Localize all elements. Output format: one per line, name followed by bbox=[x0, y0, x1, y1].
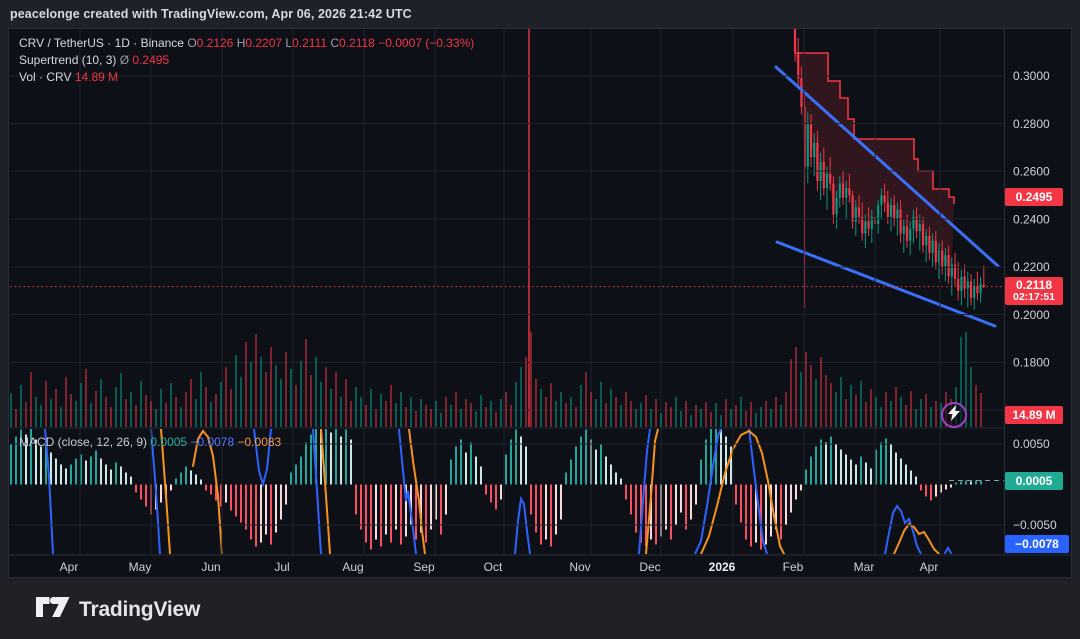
footer-bar: TradingView bbox=[0, 580, 1080, 639]
volume-value: 14.89 M bbox=[75, 70, 118, 84]
last-price-value: 0.2118 bbox=[1016, 279, 1052, 291]
supertrend-price-badge: 0.2495 bbox=[1005, 188, 1063, 206]
volume-label: Vol · CRV bbox=[19, 70, 71, 84]
attribution-text: peacelonge created with TradingView.com,… bbox=[10, 7, 412, 21]
instant-trading-button[interactable] bbox=[941, 402, 967, 428]
macd-legend: MACD (close, 12, 26, 9) 0.0005 −0.0078 −… bbox=[19, 435, 281, 449]
symbol-legend-row-volume: Vol · CRV 14.89 M bbox=[19, 69, 474, 86]
macd-hist-value: 0.0005 bbox=[150, 435, 187, 449]
attribution-bar: peacelonge created with TradingView.com,… bbox=[0, 0, 1080, 28]
low-value: 0.2111 bbox=[292, 36, 327, 50]
symbol-legend-row-supertrend: Supertrend (10, 3) Ø 0.2495 bbox=[19, 52, 474, 69]
macd-line-badge: −0.0078 bbox=[1005, 535, 1069, 553]
macd-signal-value: −0.0083 bbox=[238, 435, 282, 449]
tradingview-published-chart: peacelonge created with TradingView.com,… bbox=[0, 0, 1080, 639]
close-value: 0.2118 bbox=[339, 36, 375, 50]
chart-canvas[interactable]: 0.30000.28000.26000.24000.22000.20000.18… bbox=[9, 29, 1073, 579]
bar-countdown: 02:17:51 bbox=[1013, 291, 1055, 303]
supertrend-value: 0.2495 bbox=[132, 53, 169, 67]
tradingview-logo[interactable]: TradingView bbox=[36, 594, 200, 625]
supertrend-symbol: Ø bbox=[120, 53, 129, 67]
tradingview-logo-text: TradingView bbox=[79, 598, 200, 622]
supertrend-label: Supertrend (10, 3) bbox=[19, 53, 116, 67]
volume-badge: 14.89 M bbox=[1005, 406, 1063, 424]
macd-line-value: −0.0078 bbox=[190, 435, 234, 449]
high-value: 0.2207 bbox=[245, 36, 282, 50]
change-value: −0.0007 (−0.33%) bbox=[378, 36, 474, 50]
symbol-legend: CRV / TetherUS · 1D · Binance O0.2126 H0… bbox=[19, 35, 474, 86]
lightning-bolt-icon bbox=[947, 405, 961, 426]
tradingview-logo-icon bbox=[36, 594, 70, 625]
chart-widget[interactable]: 0.30000.28000.26000.24000.22000.20000.18… bbox=[8, 28, 1072, 578]
open-value: 0.2126 bbox=[197, 36, 234, 50]
symbol-title: CRV / TetherUS · 1D · Binance bbox=[19, 36, 184, 50]
last-price-badge: 0.2118 02:17:51 bbox=[1005, 277, 1063, 305]
macd-label: MACD (close, 12, 26, 9) bbox=[19, 435, 147, 449]
macd-hist-badge: 0.0005 bbox=[1005, 472, 1063, 490]
symbol-legend-row-main: CRV / TetherUS · 1D · Binance O0.2126 H0… bbox=[19, 35, 474, 52]
time-axis[interactable] bbox=[9, 555, 1004, 579]
